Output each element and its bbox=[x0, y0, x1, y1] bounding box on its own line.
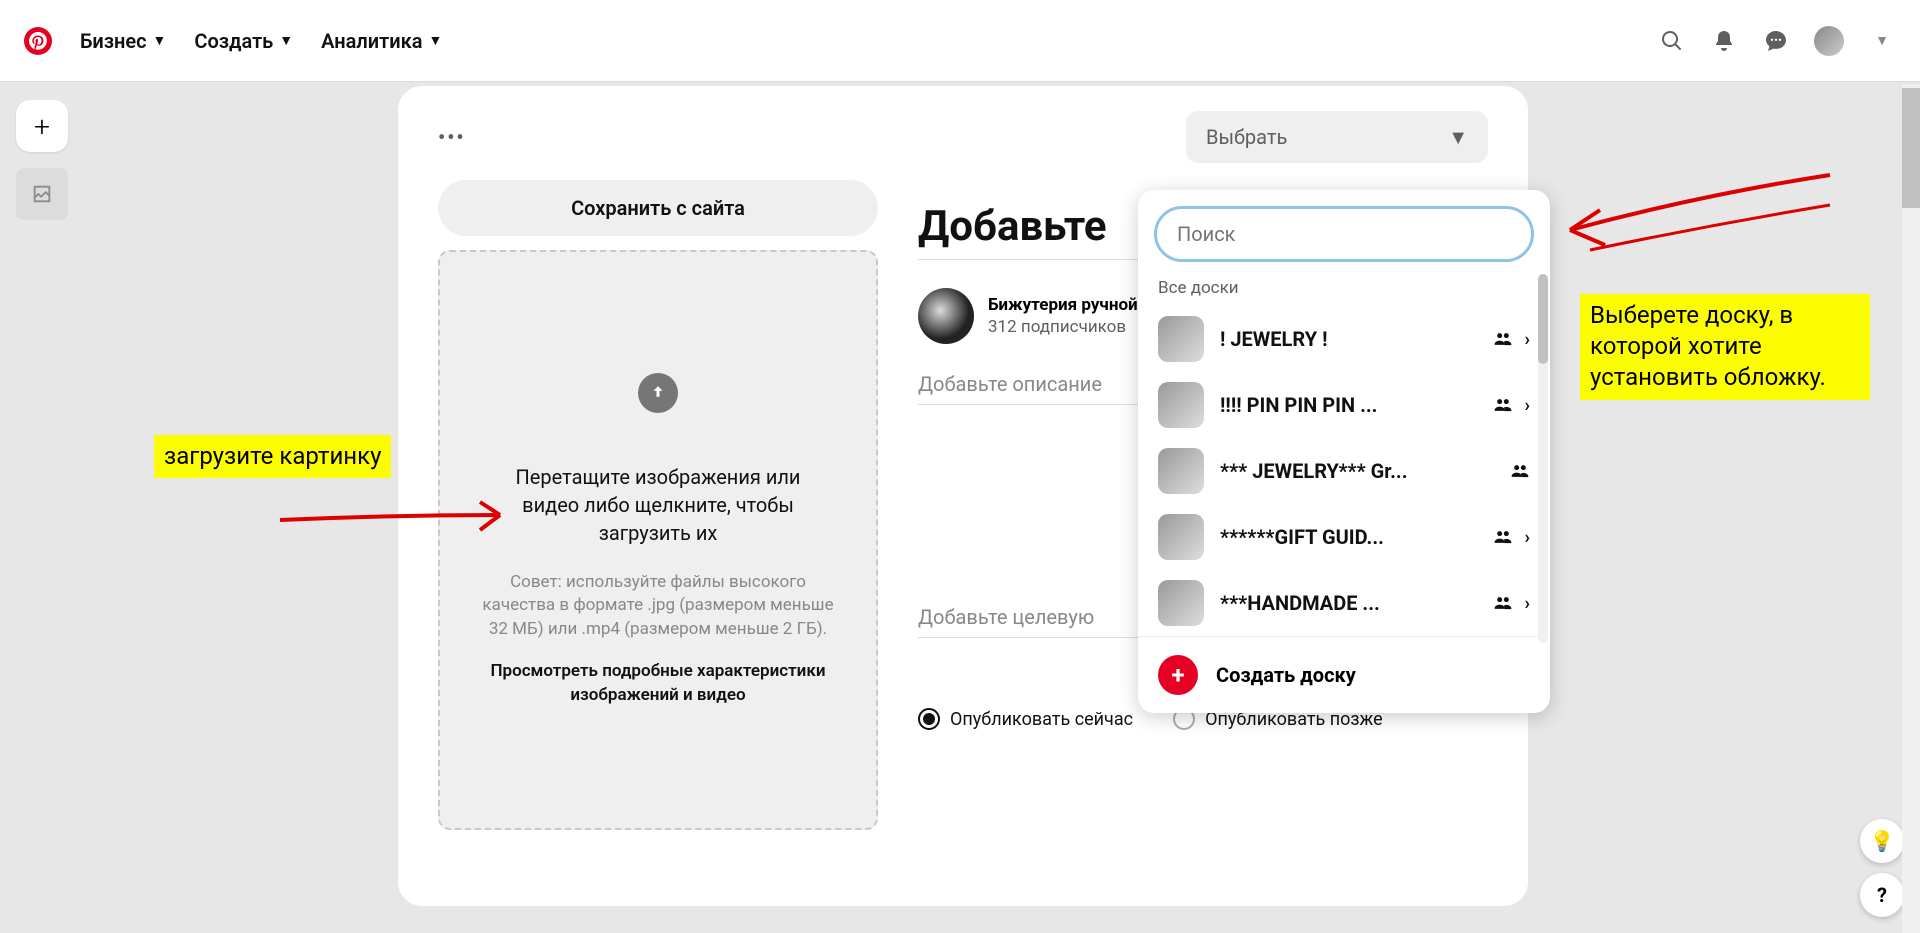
profile-avatar[interactable] bbox=[918, 288, 974, 344]
board-name: ******GIFT GUID... bbox=[1220, 525, 1477, 549]
card-top: ••• Выбрать ▼ bbox=[438, 110, 1488, 164]
upload-column: Сохранить с сайта Перетащите изображения… bbox=[438, 180, 878, 830]
page-scrollbar[interactable] bbox=[1902, 84, 1920, 933]
group-icon bbox=[1493, 395, 1513, 415]
upload-hint-text: Совет: используйте файлы высокого качест… bbox=[460, 571, 856, 642]
board-thumbnail bbox=[1158, 580, 1204, 626]
nav-business[interactable]: Бизнес ▼ bbox=[80, 29, 166, 53]
dropdown-scrollbar[interactable] bbox=[1538, 274, 1548, 643]
idea-button[interactable]: 💡 bbox=[1860, 819, 1904, 863]
account-chevron-icon[interactable]: ▼ bbox=[1868, 27, 1896, 55]
board-item[interactable]: *** JEWELRY*** Gr... bbox=[1138, 438, 1550, 504]
board-thumbnail bbox=[1158, 448, 1204, 494]
nav-create[interactable]: Создать ▼ bbox=[194, 29, 293, 53]
board-item[interactable]: ******GIFT GUID... › bbox=[1138, 504, 1550, 570]
board-thumbnail bbox=[1158, 316, 1204, 362]
board-item[interactable]: ! JEWELRY ! › bbox=[1138, 306, 1550, 372]
plus-icon: + bbox=[1158, 655, 1198, 695]
board-name: !!!! PIN PIN PIN ... bbox=[1220, 393, 1477, 417]
chevron-down-icon: ▼ bbox=[428, 32, 442, 49]
upload-specs-link: Просмотреть подробные характеристики изо… bbox=[460, 660, 856, 708]
dropdown-search-wrap bbox=[1138, 190, 1550, 278]
publish-now-radio[interactable]: Опубликовать сейчас bbox=[918, 708, 1133, 730]
nav-label: Аналитика bbox=[321, 29, 422, 53]
group-icon bbox=[1493, 593, 1513, 613]
board-icons: › bbox=[1493, 593, 1530, 614]
header: Бизнес ▼ Создать ▼ Аналитика ▼ ▼ bbox=[0, 0, 1920, 81]
chevron-right-icon: › bbox=[1525, 593, 1530, 614]
select-board-label: Выбрать bbox=[1206, 125, 1287, 149]
board-picker-dropdown: Все доски ! JEWELRY ! › !!!! PIN PIN PIN… bbox=[1138, 190, 1550, 713]
nav-analytics[interactable]: Аналитика ▼ bbox=[321, 29, 442, 53]
chat-icon[interactable] bbox=[1762, 27, 1790, 55]
board-icons bbox=[1510, 461, 1530, 481]
scroll-thumb[interactable] bbox=[1902, 88, 1920, 208]
board-name: *** JEWELRY*** Gr... bbox=[1220, 459, 1494, 483]
dropdown-section-label: Все доски bbox=[1138, 278, 1550, 306]
board-search-input[interactable] bbox=[1154, 206, 1534, 262]
board-list[interactable]: ! JEWELRY ! › !!!! PIN PIN PIN ... › ***… bbox=[1138, 306, 1550, 636]
chevron-right-icon: › bbox=[1525, 395, 1530, 416]
upload-icon bbox=[638, 373, 678, 413]
annotation-left: загрузите картинку bbox=[154, 435, 391, 478]
add-pin-button[interactable]: + bbox=[16, 100, 68, 152]
header-right: ▼ bbox=[1658, 26, 1896, 56]
upload-main-text: Перетащите изображения или видео либо ще… bbox=[460, 463, 856, 547]
select-board-dropdown[interactable]: Выбрать ▼ bbox=[1186, 111, 1488, 163]
board-name: ***HANDMADE ... bbox=[1220, 591, 1477, 615]
left-rail: + bbox=[16, 100, 68, 220]
search-icon[interactable] bbox=[1658, 27, 1686, 55]
upload-dropzone[interactable]: Перетащите изображения или видео либо ще… bbox=[438, 250, 878, 830]
board-item[interactable]: ***HANDMADE ... › bbox=[1138, 570, 1550, 636]
create-board-button[interactable]: + Создать доску bbox=[1138, 636, 1550, 713]
group-icon bbox=[1510, 461, 1530, 481]
board-icons: › bbox=[1493, 329, 1530, 350]
group-icon bbox=[1493, 329, 1513, 349]
bell-icon[interactable] bbox=[1710, 27, 1738, 55]
board-item[interactable]: !!!! PIN PIN PIN ... › bbox=[1138, 372, 1550, 438]
create-board-label: Создать доску bbox=[1216, 663, 1356, 687]
nav-label: Создать bbox=[194, 29, 273, 53]
chevron-right-icon: › bbox=[1525, 527, 1530, 548]
radio-icon bbox=[918, 708, 940, 730]
board-thumbnail bbox=[1158, 514, 1204, 560]
annotation-right: Выберете доску, в которой хотите установ… bbox=[1580, 294, 1870, 400]
pinterest-logo[interactable] bbox=[24, 27, 52, 55]
board-name: ! JEWELRY ! bbox=[1220, 327, 1477, 351]
board-thumbnail bbox=[1158, 382, 1204, 428]
scroll-thumb[interactable] bbox=[1538, 274, 1548, 364]
chevron-right-icon: › bbox=[1525, 329, 1530, 350]
nav-label: Бизнес bbox=[80, 29, 147, 53]
save-from-site-button[interactable]: Сохранить с сайта bbox=[438, 180, 878, 236]
chevron-down-icon: ▼ bbox=[1448, 125, 1468, 150]
save-from-site-label: Сохранить с сайта bbox=[571, 196, 745, 220]
help-stack: 💡 ? bbox=[1860, 819, 1904, 917]
rail-thumbnail[interactable] bbox=[16, 168, 68, 220]
help-button[interactable]: ? bbox=[1860, 873, 1904, 917]
chevron-down-icon: ▼ bbox=[153, 32, 167, 49]
chevron-down-icon: ▼ bbox=[279, 32, 293, 49]
board-icons: › bbox=[1493, 527, 1530, 548]
publish-now-label: Опубликовать сейчас bbox=[950, 709, 1133, 730]
more-button[interactable]: ••• bbox=[438, 125, 466, 149]
board-icons: › bbox=[1493, 395, 1530, 416]
avatar[interactable] bbox=[1814, 26, 1844, 56]
plus-icon: + bbox=[34, 110, 50, 143]
group-icon bbox=[1493, 527, 1513, 547]
arrow-annotation-right bbox=[1550, 155, 1850, 275]
header-left: Бизнес ▼ Создать ▼ Аналитика ▼ bbox=[24, 27, 442, 55]
